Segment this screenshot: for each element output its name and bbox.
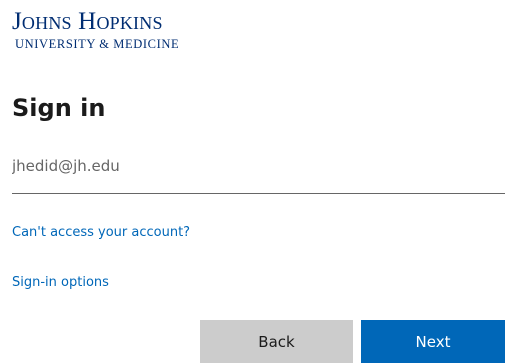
next-button[interactable]: Next: [361, 320, 505, 363]
back-button[interactable]: Back: [200, 320, 353, 363]
logo-wordmark: Johns Hopkins: [12, 8, 163, 35]
organization-logo: Johns Hopkins UNIVERSITY & MEDICINE: [12, 8, 272, 51]
page-title: Sign in: [12, 94, 106, 122]
sign-in-options-link[interactable]: Sign-in options: [12, 275, 109, 290]
cant-access-account-link[interactable]: Can't access your account?: [12, 225, 190, 240]
email-field-container: [12, 148, 505, 194]
logo-subtitle: UNIVERSITY & MEDICINE: [15, 37, 180, 51]
email-input[interactable]: [12, 148, 505, 184]
